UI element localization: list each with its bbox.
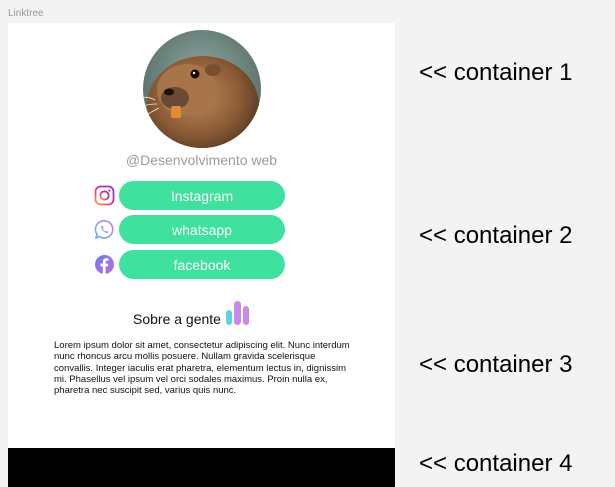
about-text: Lorem ipsum dolor sit amet, consectetur …	[54, 340, 350, 397]
bar-chart-icon	[226, 301, 250, 332]
instagram-button[interactable]: Instagram	[119, 181, 285, 210]
about-title: Sobre a gente	[133, 311, 221, 327]
annotation-container-3: << container 3	[419, 351, 573, 378]
profile-username: @Desenvolvimento web	[125, 152, 278, 168]
facebook-button[interactable]: facebook	[119, 250, 285, 279]
whatsapp-icon[interactable]	[94, 219, 115, 240]
linktree-frame: @Desenvolvimento web Instagram whatsapp …	[8, 23, 395, 487]
annotation-container-1: << container 1	[419, 59, 573, 86]
design-canvas: Linktree @Desenvolvimento web Instagram …	[0, 0, 615, 487]
annotation-container-4: << container 4	[419, 450, 573, 477]
link-row-whatsapp: whatsapp	[94, 215, 289, 244]
whatsapp-button[interactable]: whatsapp	[119, 215, 285, 244]
beaver-photo	[143, 30, 261, 148]
facebook-icon[interactable]	[94, 254, 115, 275]
instagram-icon[interactable]	[94, 185, 115, 206]
link-row-facebook: facebook	[94, 250, 289, 279]
annotation-container-2: << container 2	[419, 222, 573, 249]
footer-container	[8, 448, 395, 487]
frame-label: Linktree	[8, 8, 44, 19]
link-row-instagram: Instagram	[94, 181, 289, 210]
avatar	[143, 30, 261, 148]
